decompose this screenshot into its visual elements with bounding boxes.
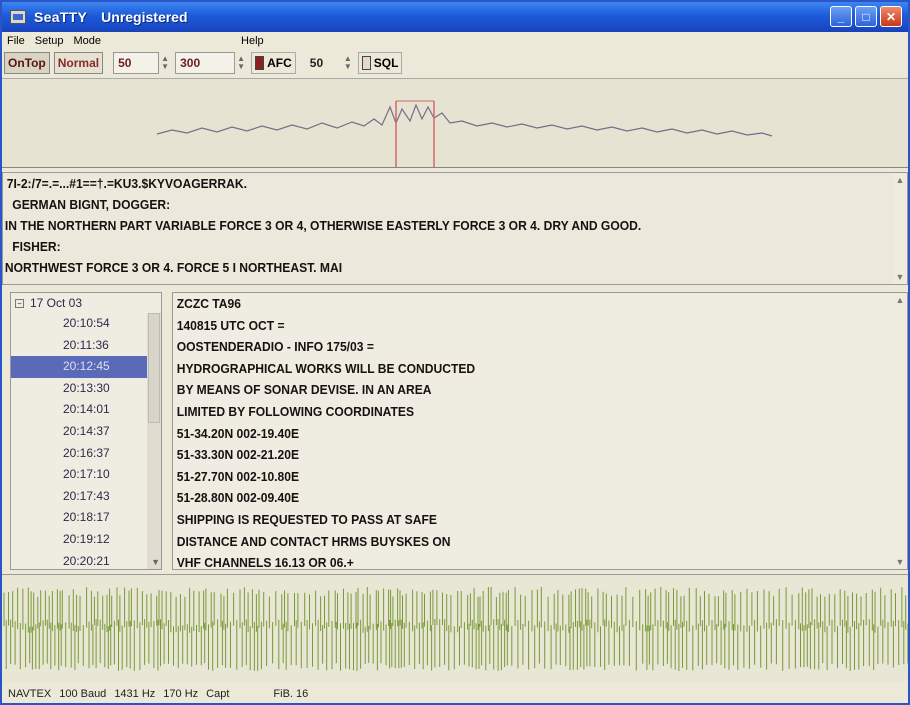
message-view[interactable]: ZCZC TA96 140815 UTC OCT = OOSTENDERADIO -… — [172, 292, 908, 570]
sql-check-indicator — [361, 56, 371, 70]
menu-file[interactable]: File — [2, 35, 30, 47]
status-bar: NAVTEX 100 Baud 1431 Hz 170 Hz Capt FiB.… — [2, 684, 908, 703]
message-line: 51-27.70N 002-10.80E — [176, 468, 300, 484]
decoded-line: GERMAN BIGNT, DOGGER: — [12, 197, 171, 212]
status-fib: FiB. 16 — [273, 687, 309, 700]
decoded-line: NORTHWEST FORCE 3 OR 4. FORCE 5 I NORTHE… — [4, 260, 343, 275]
window-controls: _ □ ✕ — [830, 6, 902, 27]
minimize-button[interactable]: _ — [830, 6, 852, 27]
tree-date-label: 17 Oct 03 — [30, 296, 83, 310]
waveform-graph — [3, 587, 908, 671]
afc-checkbox[interactable]: AFC — [251, 52, 296, 74]
frequency-spinner[interactable]: 50 ▲ ▼ — [113, 52, 171, 74]
message-line: LIMITED BY FOLLOWING COORDINATES — [176, 403, 415, 419]
decoded-line: 7I-2:/7=.=...#1==†.=KU3.$KYVOAGERRAK. — [6, 176, 247, 191]
tree-message-item[interactable]: 20:17:10 — [11, 464, 149, 486]
message-line: DISTANCE AND CONTACT HRMS BUYSKES ON — [176, 533, 451, 549]
message-line: 140815 UTC OCT = — [176, 317, 285, 333]
collapse-icon[interactable]: − — [15, 298, 24, 308]
menu-setup[interactable]: Setup — [30, 35, 69, 47]
spin-arrows-icon[interactable]: ▲ ▼ — [342, 52, 354, 74]
sql-label: SQL — [373, 56, 399, 70]
app-window: SeaTTY Unregistered _ □ ✕ File Setup Mod… — [0, 0, 910, 705]
tree-message-item[interactable]: 20:17:43 — [11, 486, 149, 508]
status-mode: NAVTEX — [8, 687, 52, 700]
tree-message-item[interactable]: 20:14:37 — [11, 421, 149, 443]
app-icon[interactable] — [10, 10, 26, 24]
tree-items: 20:10:54 20:11:36 20:12:45 20:13:30 20:14:01… — [11, 313, 161, 569]
scroll-up-icon[interactable]: ▲ — [896, 295, 905, 305]
menu-bar: File Setup Mode Help — [2, 32, 908, 50]
status-capture: Capt — [206, 687, 230, 700]
tree-date-node[interactable]: − 17 Oct 03 — [11, 293, 161, 313]
decoded-text-area[interactable]: 7I-2:/7=.=...#1==†.=KU3.$KYVOAGERRAK. GE… — [2, 172, 908, 285]
tree-message-item[interactable]: 20:19:12 — [11, 529, 149, 551]
message-line: 51-34.20N 002-19.40E — [176, 425, 300, 441]
tree-message-item[interactable]: 20:11:36 — [11, 335, 149, 357]
menu-help[interactable]: Help — [236, 35, 269, 47]
tree-message-item[interactable]: 20:10:54 — [11, 313, 149, 335]
spectrum-display[interactable] — [2, 78, 908, 168]
registration-status: Unregistered — [101, 9, 188, 25]
scroll-down-icon[interactable]: ▼ — [896, 272, 905, 282]
chevron-down-icon[interactable]: ▼ — [151, 557, 160, 567]
menu-mode[interactable]: Mode — [68, 35, 106, 47]
squelch-value[interactable]: 50 — [306, 52, 342, 74]
spectrum-graph — [156, 100, 773, 167]
message-tree[interactable]: − 17 Oct 03 20:10:54 20:11:36 20:12:45 20:1… — [10, 292, 162, 570]
message-scrollbar[interactable]: ▲ ▼ — [893, 293, 907, 569]
message-line: VHF CHANNELS 16.13 OR 06.+ — [176, 555, 354, 570]
sql-checkbox[interactable]: SQL — [357, 52, 403, 74]
waveform-display — [2, 574, 908, 682]
decoded-line: FISHER: — [12, 239, 61, 254]
afc-check-indicator — [255, 56, 265, 70]
tree-message-item[interactable]: 20:18:17 — [11, 507, 149, 529]
status-baud: 100 Baud — [59, 687, 107, 700]
shift-spinner[interactable]: 300 ▲ ▼ — [175, 52, 247, 74]
tree-message-item[interactable]: 20:14:01 — [11, 399, 149, 421]
toolbar: OnTop Normal 50 ▲ ▼ 300 ▲ ▼ AFC 50 ▲ ▼ SQL — [2, 50, 908, 76]
maximize-icon: □ — [862, 9, 870, 24]
tree-message-item[interactable]: 20:13:30 — [11, 378, 149, 400]
scroll-up-icon[interactable]: ▲ — [896, 175, 905, 185]
decoded-line: IN THE NORTHERN PART VARIABLE FORCE 3 OR… — [4, 218, 642, 233]
waveform-trace — [3, 587, 908, 671]
message-panel: − 17 Oct 03 20:10:54 20:11:36 20:12:45 20:1… — [2, 292, 908, 572]
message-line: ZCZC TA96 — [176, 296, 241, 311]
maximize-button[interactable]: □ — [855, 6, 877, 27]
message-line: HYDROGRAPHICAL WORKS WILL BE CONDUCTED — [176, 360, 476, 376]
scroll-down-icon[interactable]: ▼ — [896, 557, 905, 567]
message-line: BY MEANS OF SONAR DEVISE. IN AN AREA — [176, 382, 432, 398]
spin-arrows-icon[interactable]: ▲ ▼ — [235, 52, 247, 74]
message-lines: ZCZC TA96 140815 UTC OCT = OOSTENDERADIO -… — [173, 293, 907, 570]
frequency-value[interactable]: 50 — [113, 52, 160, 74]
message-line: OOSTENDERADIO - INFO 175/03 = — [176, 339, 374, 355]
normal-button[interactable]: Normal — [53, 52, 104, 74]
shift-value[interactable]: 300 — [175, 52, 236, 74]
message-line: 51-33.30N 002-21.20E — [176, 447, 300, 463]
tree-scroll-thumb[interactable] — [148, 313, 160, 423]
spectrum-trace — [156, 103, 773, 137]
message-line: SHIPPING IS REQUESTED TO PASS AT SAFE — [176, 511, 437, 527]
tree-message-item[interactable]: 20:16:37 — [11, 443, 149, 465]
tree-message-item[interactable]: 20:12:45 — [11, 356, 149, 378]
ontop-button[interactable]: OnTop — [4, 52, 50, 74]
close-icon: ✕ — [885, 9, 897, 24]
squelch-spinner[interactable]: 50 ▲ ▼ — [306, 52, 354, 74]
afc-label: AFC — [267, 56, 292, 70]
decoded-scrollbar[interactable]: ▲ ▼ — [893, 173, 907, 284]
title-bar[interactable]: SeaTTY Unregistered _ □ ✕ — [2, 2, 908, 32]
status-frequency: 1431 Hz — [114, 687, 156, 700]
tree-message-item[interactable]: 20:20:21 — [11, 551, 149, 569]
message-line: 51-28.80N 002-09.40E — [176, 490, 300, 506]
close-button[interactable]: ✕ — [880, 6, 902, 27]
app-title: SeaTTY — [34, 9, 88, 25]
spin-arrows-icon[interactable]: ▲ ▼ — [159, 52, 171, 74]
minimize-icon: _ — [837, 9, 845, 24]
status-shift: 170 Hz — [163, 687, 199, 700]
tree-scrollbar[interactable]: ▼ — [147, 313, 161, 569]
